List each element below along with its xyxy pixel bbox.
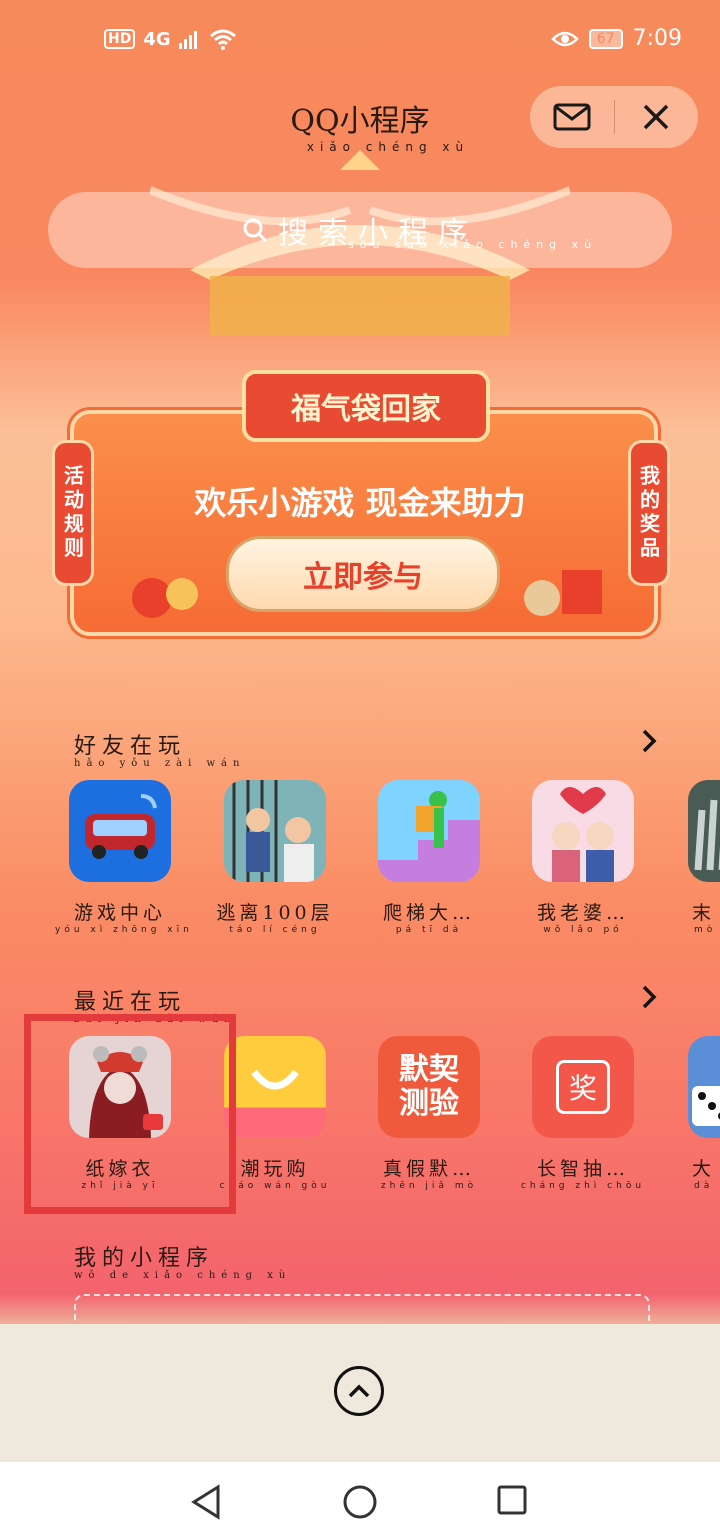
signal-icon bbox=[178, 31, 197, 49]
app-name: 真假默… bbox=[382, 1158, 475, 1180]
eye-icon bbox=[550, 31, 579, 46]
join-now-button[interactable]: 立即参与 bbox=[226, 536, 500, 612]
shopping-bag-icon bbox=[224, 1036, 326, 1138]
prize-icon-text: 奖 bbox=[556, 1060, 610, 1114]
app-dice[interactable]: 大 dà bbox=[672, 1036, 720, 1191]
mo-qi-icon-text: 默契测验 bbox=[399, 1052, 459, 1121]
search-icon bbox=[243, 218, 268, 243]
section-title-text: 最近在玩 bbox=[74, 990, 187, 1015]
banner-slogan: 欢乐小游戏 现金来助力 bbox=[194, 484, 526, 522]
app-name: 大 bbox=[692, 1158, 716, 1180]
app-pinyin: pá tī dà bbox=[395, 925, 463, 935]
app-name: 我老婆… bbox=[536, 902, 629, 924]
app-name: 爬梯大… bbox=[382, 902, 475, 924]
app-game-center[interactable]: 游戏中心 yóu xì zhōng xīn bbox=[55, 780, 193, 935]
wifi-icon bbox=[209, 29, 236, 50]
status-bar: HD 4G 67 7:09 bbox=[0, 0, 720, 80]
escape-100-icon bbox=[224, 780, 326, 882]
chevron-up-icon bbox=[348, 1384, 370, 1398]
app-name: 长智抽… bbox=[536, 1158, 629, 1180]
app-pinyin: zhēn jiǎ mò bbox=[380, 1181, 478, 1191]
mo-qi-icon: 默契测验 bbox=[378, 1036, 480, 1138]
app-my-wife[interactable]: 我老婆… wǒ lǎo pó bbox=[518, 780, 648, 935]
app-pinyin: mò bbox=[694, 925, 717, 935]
recent-playing-more-button[interactable] bbox=[632, 980, 666, 1014]
app-mo-qi-test[interactable]: 默契测验 真假默… zhēn jiǎ mò bbox=[364, 1036, 494, 1191]
section-title-pinyin: hǎo yǒu zài wán bbox=[74, 758, 246, 769]
climb-stairs-icon bbox=[378, 780, 480, 882]
friends-playing-title: 好友在玩 hǎo yǒu zài wán bbox=[74, 728, 245, 769]
app-name: 末 bbox=[692, 902, 716, 924]
app-pinyin: cháng zhì chōu bbox=[520, 1181, 646, 1191]
game-center-icon bbox=[69, 780, 171, 882]
home-icon[interactable] bbox=[342, 1484, 378, 1520]
my-mini-programs-title: 我的小程序 wǒ de xiǎo chéng xù bbox=[74, 1240, 291, 1281]
app-name: 游戏中心 bbox=[73, 902, 166, 924]
section-title-text: 我的小程序 bbox=[74, 1246, 215, 1271]
activity-rules-button[interactable]: 活动规则 bbox=[52, 440, 94, 586]
app-prize-draw[interactable]: 奖 长智抽… cháng zhì chōu bbox=[518, 1036, 648, 1191]
status-left: HD 4G bbox=[104, 28, 237, 50]
chevron-right-icon bbox=[642, 985, 657, 1009]
red-envelope-decoration bbox=[132, 578, 198, 618]
horror-hand-icon bbox=[688, 780, 720, 882]
app-pinyin: wǒ lǎo pó bbox=[543, 925, 623, 935]
dice-icon bbox=[688, 1036, 720, 1138]
mini-program-capsule bbox=[530, 86, 698, 148]
app-horror[interactable]: 末 mò bbox=[672, 780, 720, 935]
app-escape-100[interactable]: 逃离100层 táo lí céng bbox=[210, 780, 340, 935]
app-climb-stairs[interactable]: 爬梯大… pá tī dà bbox=[364, 780, 494, 935]
app-pinyin: yóu xì zhōng xīn bbox=[55, 925, 193, 935]
chevron-right-icon bbox=[642, 729, 657, 753]
status-right: 67 7:09 bbox=[550, 26, 682, 51]
friends-playing-more-button[interactable] bbox=[632, 724, 666, 758]
activity-banner[interactable]: 福气袋回家 欢乐小游戏 现金来助力 立即参与 活动规则 我的奖品 bbox=[52, 360, 670, 650]
close-button[interactable] bbox=[615, 86, 699, 148]
gift-decoration bbox=[524, 570, 602, 616]
network-label: 4G bbox=[143, 28, 171, 50]
section-title-text: 好友在玩 bbox=[74, 734, 187, 759]
battery-level: 67 bbox=[588, 28, 623, 49]
my-wife-icon bbox=[532, 780, 634, 882]
app-pinyin: táo lí céng bbox=[229, 925, 321, 935]
mail-icon bbox=[553, 103, 591, 131]
selection-highlight bbox=[24, 1014, 236, 1214]
app-name: 逃离100层 bbox=[216, 902, 334, 924]
search-placeholder-pinyin: sōu suǒ xiǎo chéng xù bbox=[348, 238, 598, 251]
section-title-pinyin: wǒ de xiǎo chéng xù bbox=[74, 1270, 292, 1281]
clock: 7:09 bbox=[632, 26, 682, 51]
search-bar[interactable]: 搜索小程序 sōu suǒ xiǎo chéng xù bbox=[48, 192, 672, 268]
system-nav-bar bbox=[0, 1462, 720, 1540]
banner-tag: 福气袋回家 bbox=[242, 370, 490, 442]
back-icon[interactable] bbox=[190, 1484, 222, 1520]
recents-icon[interactable] bbox=[496, 1484, 528, 1516]
app-pinyin: dà bbox=[694, 1181, 714, 1191]
hd-badge: HD bbox=[104, 29, 136, 49]
expand-up-button[interactable] bbox=[334, 1366, 384, 1416]
my-prizes-button[interactable]: 我的奖品 bbox=[628, 440, 670, 586]
close-icon bbox=[644, 104, 669, 130]
prize-icon: 奖 bbox=[532, 1036, 634, 1138]
message-button[interactable] bbox=[530, 86, 614, 148]
